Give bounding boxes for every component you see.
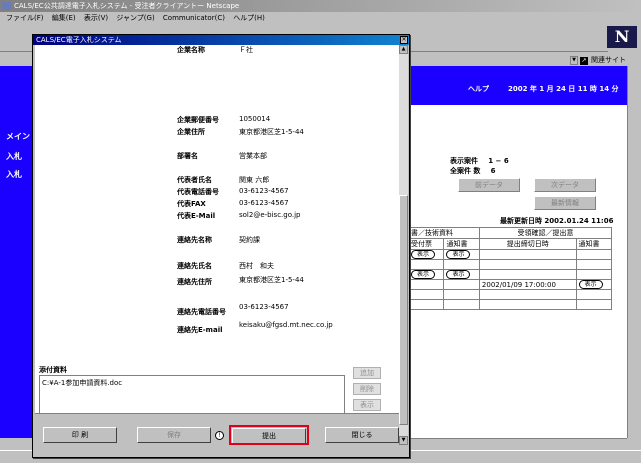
show-receipt-button[interactable]: 表示 bbox=[411, 270, 435, 279]
table-header-left: 書／技術資料 bbox=[408, 227, 480, 239]
total-count-value: 6 bbox=[490, 167, 496, 175]
field-value: 03-6123-4567 bbox=[239, 199, 289, 207]
menu-view[interactable]: 表示(V) bbox=[84, 12, 108, 24]
table-row: 表示 表示 bbox=[407, 269, 613, 280]
display-count: 表示案件 1 − 6 bbox=[450, 156, 509, 166]
menu-communicator[interactable]: Communicator(C) bbox=[163, 12, 225, 24]
attachment-label: 添付資料 bbox=[39, 366, 67, 374]
field-value: 契約課 bbox=[239, 236, 260, 244]
submit-highlight bbox=[229, 425, 309, 445]
refresh-button[interactable]: 最新情報 bbox=[534, 196, 596, 210]
page-vertical-scrollbar[interactable] bbox=[627, 66, 641, 438]
scroll-up-icon[interactable]: ▲ bbox=[399, 45, 408, 54]
info-icon: ! bbox=[215, 431, 224, 440]
show-receipt-button[interactable]: 表示 bbox=[411, 250, 435, 259]
field-label: 代表FAX bbox=[177, 200, 206, 208]
field-value: 営業本部 bbox=[239, 152, 267, 160]
location-dropdown-icon[interactable]: ▼ bbox=[570, 56, 578, 65]
table-row bbox=[407, 289, 613, 300]
menu-bar: ファイル(F) 編集(E) 表示(V) ジャンプ(G) Communicator… bbox=[0, 12, 641, 24]
close-icon[interactable]: ✕ bbox=[400, 36, 408, 44]
field-value: 東京都港区芝1-5-44 bbox=[239, 276, 304, 284]
display-count-label: 表示案件 bbox=[450, 157, 478, 165]
col-deadline: 提出締切日時 bbox=[478, 238, 577, 250]
add-attachment-button[interactable]: 追加 bbox=[353, 367, 381, 379]
field-label: 企業名称 bbox=[177, 46, 205, 54]
deadline-cell: 2002/01/09 17:00:00 bbox=[478, 279, 577, 290]
field-value: 03-6123-4567 bbox=[239, 303, 289, 311]
nav-item-bid-2[interactable]: 入札 bbox=[6, 169, 22, 180]
scroll-thumb[interactable] bbox=[399, 195, 408, 425]
menu-help[interactable]: ヘルプ(H) bbox=[233, 12, 265, 24]
total-count: 全案件 数 6 bbox=[450, 166, 496, 176]
col-receipt: 受付票 bbox=[407, 238, 445, 250]
menu-go[interactable]: ジャンプ(G) bbox=[116, 12, 154, 24]
field-label: 企業住所 bbox=[177, 128, 205, 136]
menu-file[interactable]: ファイル(F) bbox=[6, 12, 44, 24]
field-value: 東京都港区芝1-5-44 bbox=[239, 128, 304, 136]
show-attachment-button[interactable]: 表示 bbox=[353, 399, 381, 411]
related-sites-icon: ↗ bbox=[580, 57, 588, 65]
field-value: 03-6123-4567 bbox=[239, 187, 289, 195]
field-label: 代表電話番号 bbox=[177, 188, 219, 196]
prev-data-button[interactable]: 前データ bbox=[458, 178, 520, 192]
field-value: Ｆ社 bbox=[239, 46, 253, 54]
menu-edit[interactable]: 編集(E) bbox=[52, 12, 76, 24]
col-notice: 通知書 bbox=[443, 238, 480, 250]
field-label: 連絡先名称 bbox=[177, 236, 212, 244]
app-icon bbox=[2, 2, 11, 10]
status-table: 書／技術資料 受領確認／提出意 受付票 通知書 提出締切日時 通知書 表示 表示… bbox=[407, 227, 613, 310]
table-header-group: 受領確認／提出意 bbox=[478, 227, 613, 239]
show-notice2-button[interactable]: 表示 bbox=[578, 280, 603, 289]
field-label: 連絡先E-mail bbox=[177, 326, 223, 334]
left-nav: メイン 入札 入札 bbox=[0, 105, 34, 438]
browser-title: CALS/EC公共調達電子入札システム - 受注者クライアントー Netscap… bbox=[14, 2, 240, 10]
dialog-content: 企業名称 Ｆ社 企業郵便番号 1050014 企業住所 東京都港区芝1-5-44… bbox=[35, 45, 399, 445]
related-sites-label: 関連サイト bbox=[591, 56, 626, 64]
netscape-logo: N bbox=[607, 26, 637, 48]
field-value: 関東 六郎 bbox=[239, 176, 270, 184]
field-label: 代表E-Mail bbox=[177, 212, 216, 220]
table-row bbox=[407, 299, 613, 310]
field-label: 連絡先電話番号 bbox=[177, 308, 226, 316]
last-update: 最新更新日時 2002.01.24 11:06 bbox=[500, 217, 614, 225]
field-label: 企業郵便番号 bbox=[177, 116, 219, 124]
print-button[interactable]: 印 刷 bbox=[43, 427, 117, 443]
show-notice-button[interactable]: 表示 bbox=[446, 250, 471, 259]
display-count-value: 1 − 6 bbox=[488, 157, 509, 165]
table-row bbox=[407, 259, 613, 270]
help-link[interactable]: ヘルプ bbox=[468, 84, 489, 94]
company-info-dialog: CALS/EC電子入札システム ✕ 企業名称 Ｆ社 企業郵便番号 1050014… bbox=[32, 34, 410, 458]
field-value: keisaku@fgsd.mt.nec.co.jp bbox=[239, 321, 333, 329]
col-notice2: 通知書 bbox=[575, 238, 613, 250]
nav-item-main[interactable]: メイン bbox=[6, 131, 30, 142]
dialog-title: CALS/EC電子入札システム bbox=[36, 36, 122, 44]
save-button[interactable]: 保存 bbox=[137, 427, 211, 443]
field-label: 連絡先住所 bbox=[177, 278, 212, 286]
scroll-down-icon[interactable]: ▼ bbox=[399, 436, 408, 445]
dialog-scrollbar[interactable]: ▲ ▼ bbox=[399, 45, 408, 445]
field-label: 連絡先氏名 bbox=[177, 262, 212, 270]
field-value: 1050014 bbox=[239, 115, 271, 123]
delete-attachment-button[interactable]: 削除 bbox=[353, 383, 381, 395]
field-value: sol2@e-bisc.go.jp bbox=[239, 211, 301, 219]
table-row: 2002/01/09 17:00:00 表示 bbox=[407, 279, 613, 290]
total-count-label: 全案件 数 bbox=[450, 167, 481, 175]
browser-title-bar: CALS/EC公共調達電子入札システム - 受注者クライアントー Netscap… bbox=[0, 0, 641, 12]
header-datetime: 2002 年 1 月 24 日 11 時 14 分 bbox=[508, 85, 619, 93]
next-data-button[interactable]: 次データ bbox=[534, 178, 596, 192]
field-label: 部署名 bbox=[177, 152, 198, 160]
attachment-file[interactable]: C:¥A-1参加申請資料.doc bbox=[42, 378, 342, 388]
table-row: 表示 表示 bbox=[407, 249, 613, 260]
close-button[interactable]: 閉じる bbox=[325, 427, 399, 443]
nav-item-bid-1[interactable]: 入札 bbox=[6, 151, 22, 162]
field-label: 代表者氏名 bbox=[177, 176, 212, 184]
dialog-title-bar: CALS/EC電子入札システム ✕ bbox=[33, 35, 409, 45]
show-notice-button[interactable]: 表示 bbox=[446, 270, 471, 279]
field-value: 西村 和夫 bbox=[239, 262, 274, 270]
page-horizontal-scrollbar[interactable] bbox=[410, 438, 627, 450]
related-sites[interactable]: ↗ 関連サイト bbox=[580, 54, 640, 66]
